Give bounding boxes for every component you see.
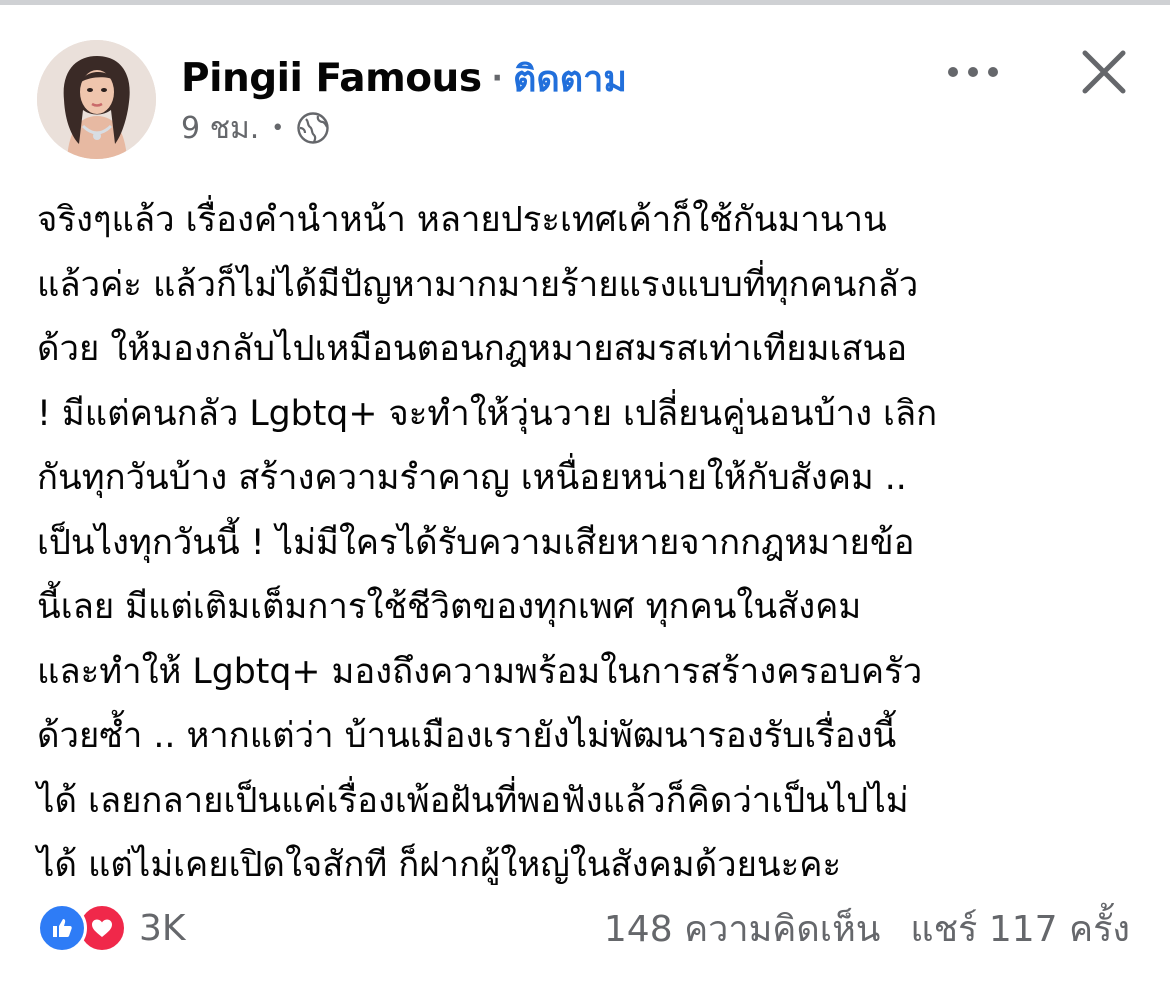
shares-count[interactable]: แชร์ 117 ครั้ง [910,900,1130,957]
avatar-image [37,40,156,159]
post-time[interactable]: 9 ชม. [181,105,259,152]
author-name[interactable]: Pingii Famous [181,56,482,101]
header-separator: · [491,60,503,96]
meta-separator: • [271,115,285,141]
post-text: จริงๆแล้ว เรื่องคำนำหน้า หลายประเทศเค้าก… [37,188,1147,898]
post-text-line: ได้ แต่ไม่เคยเปิดใจสักที ก็ฝากผู้ใหญ่ในส… [37,845,842,885]
follow-button[interactable]: ติดตาม [513,50,627,107]
globe-icon [296,111,330,145]
avatar[interactable] [37,40,156,159]
post-meta: 9 ชม. • [181,106,330,150]
post-text-line: และทำให้ Lgbtq+ มองถึงความพร้อมในการสร้า… [37,651,923,692]
reaction-summary[interactable]: 3K [37,900,186,956]
like-icon [37,903,87,953]
comments-count[interactable]: 148 ความคิดเห็น [604,900,881,957]
post-text-line: นี้เลย มีแต่เติมเต็มการใช้ชีวิตของทุกเพศ… [37,587,862,627]
close-icon [1082,50,1126,94]
more-horizontal-icon [948,67,998,77]
top-divider [0,0,1170,5]
post-text-line: จริงๆแล้ว เรื่องคำนำหน้า หลายประเทศเค้าก… [37,200,887,240]
close-button[interactable] [1076,44,1132,100]
more-options-button[interactable] [940,50,1006,94]
post-header: Pingii Famous · ติดตาม [181,52,627,104]
post-text-line: ได้ เลยกลายเป็นแค่เรื่องเพ้อฝันที่พอฟังแ… [37,780,909,821]
reaction-count: 3K [139,907,186,949]
post-text-line: ด้วยซ้ำ .. หากแต่ว่า บ้านเมืองเรายังไม่พ… [37,716,897,756]
post-text-line: แล้วค่ะ แล้วก็ไม่ได้มีปัญหามากมายร้ายแรง… [37,264,919,305]
engagement-stats: 148 ความคิดเห็น แชร์ 117 ครั้ง [604,900,1130,956]
post-text-line: กันทุกวันบ้าง สร้างความรำคาญ เหนื่อยหน่า… [37,458,907,498]
post-text-line: เป็นไงทุกวันนี้ ! ไม่มีใครได้รับความเสีย… [37,522,915,563]
post-text-line: ! มีแต่คนกลัว Lgbtq+ จะทำให้วุ่นวาย เปลี… [37,393,938,434]
post-text-line: ด้วย ให้มองกลับไปเหมือนตอนกฎหมายสมรสเท่า… [37,329,908,369]
